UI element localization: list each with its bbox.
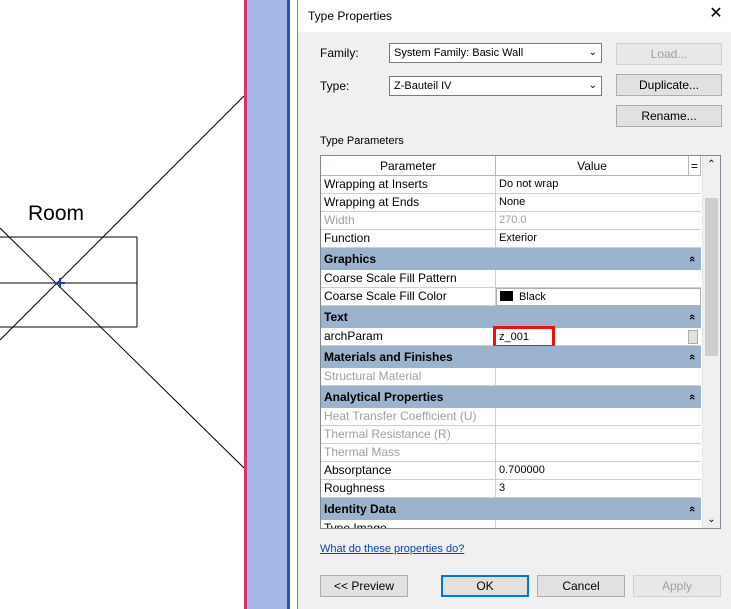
- parameter-value[interactable]: None: [496, 194, 701, 212]
- parameter-name: Wrapping at Inserts: [321, 176, 496, 194]
- group-label: Identity Data: [324, 502, 397, 516]
- type-label: Type:: [320, 79, 350, 93]
- rename-button[interactable]: Rename...: [616, 105, 722, 127]
- parameter-value[interactable]: [496, 444, 701, 462]
- dialog-title: Type Properties: [308, 9, 393, 23]
- group-label: Text: [324, 310, 348, 324]
- parameter-value[interactable]: z_001: [493, 326, 701, 348]
- color-name: Black: [519, 291, 546, 303]
- parameter-name: Structural Material: [321, 368, 496, 386]
- parameter-name: Coarse Scale Fill Pattern: [321, 270, 496, 288]
- table-row[interactable]: Structural Material: [321, 368, 701, 386]
- type-parameters-heading: Type Parameters: [320, 135, 404, 147]
- parameter-name: Coarse Scale Fill Color: [321, 288, 496, 306]
- parameter-value[interactable]: [496, 408, 701, 426]
- drawing-canvas[interactable]: Room: [0, 0, 244, 609]
- cancel-button[interactable]: Cancel: [537, 575, 625, 597]
- color-swatch: [500, 291, 513, 301]
- scroll-thumb[interactable]: [705, 198, 718, 356]
- parameter-value[interactable]: Black: [496, 288, 701, 306]
- table-row[interactable]: Absorptance 0.700000: [321, 462, 701, 480]
- ellipsis-button[interactable]: [688, 330, 698, 344]
- table-row[interactable]: Roughness 3: [321, 480, 701, 498]
- table-row[interactable]: Coarse Scale Fill Pattern: [321, 270, 701, 288]
- room-tag-graphic: [0, 95, 244, 469]
- duplicate-button[interactable]: Duplicate...: [616, 74, 722, 96]
- table-row[interactable]: Type Image: [321, 520, 701, 528]
- column-parameter[interactable]: Parameter: [321, 156, 496, 176]
- table-row[interactable]: Function Exterior: [321, 230, 701, 248]
- selected-wall[interactable]: [247, 0, 290, 609]
- parameter-name: Thermal Resistance (R): [321, 426, 496, 444]
- column-formula[interactable]: =: [689, 156, 701, 176]
- collapse-icon[interactable]: «: [681, 354, 703, 360]
- group-label: Materials and Finishes: [324, 350, 453, 364]
- apply-button[interactable]: Apply: [633, 575, 721, 597]
- parameter-value[interactable]: 270.0: [496, 212, 701, 230]
- collapse-icon[interactable]: «: [681, 506, 703, 512]
- parameter-name: Thermal Mass: [321, 444, 496, 462]
- parameter-name: Roughness: [321, 480, 496, 498]
- parameter-name: Function: [321, 230, 496, 248]
- group-header-text[interactable]: Text «: [321, 306, 701, 328]
- family-dropdown[interactable]: System Family: Basic Wall ⌄: [389, 43, 602, 63]
- parameter-value[interactable]: Exterior: [496, 230, 701, 248]
- parameter-name: Type Image: [321, 520, 496, 528]
- parameter-value[interactable]: Do not wrap: [496, 176, 701, 194]
- help-link[interactable]: What do these properties do?: [320, 543, 464, 555]
- parameter-name: Heat Transfer Coefficient (U): [321, 408, 496, 426]
- parameter-name: Width: [321, 212, 496, 230]
- family-label: Family:: [320, 46, 359, 60]
- grid-header: Parameter Value =: [321, 156, 701, 176]
- scroll-down-icon[interactable]: ⌄: [703, 511, 720, 528]
- chevron-down-icon: ⌄: [588, 47, 597, 58]
- parameter-value[interactable]: [496, 426, 701, 444]
- type-parameters-grid[interactable]: Parameter Value = Wrapping at Inserts Do …: [320, 155, 721, 529]
- chevron-down-icon: ⌄: [588, 80, 597, 91]
- type-value: Z-Bauteil IV: [394, 80, 452, 92]
- table-row[interactable]: Coarse Scale Fill Color Black: [321, 288, 701, 306]
- scroll-up-icon[interactable]: ⌃: [703, 156, 720, 173]
- ok-button[interactable]: OK: [441, 575, 529, 597]
- family-value: System Family: Basic Wall: [394, 47, 524, 59]
- parameter-name: archParam: [321, 328, 496, 346]
- close-icon[interactable]: ✕: [707, 5, 725, 23]
- parameter-value[interactable]: [496, 368, 701, 386]
- archparam-value-input[interactable]: z_001: [493, 326, 555, 348]
- group-header-graphics[interactable]: Graphics «: [321, 248, 701, 270]
- preview-button[interactable]: << Preview: [320, 575, 408, 597]
- table-row[interactable]: Thermal Mass: [321, 444, 701, 462]
- parameter-value[interactable]: 0.700000: [496, 462, 701, 480]
- parameter-value[interactable]: 3: [496, 480, 701, 498]
- table-row[interactable]: Heat Transfer Coefficient (U): [321, 408, 701, 426]
- type-dropdown[interactable]: Z-Bauteil IV ⌄: [389, 76, 602, 96]
- parameter-value[interactable]: [496, 520, 701, 528]
- load-button[interactable]: Load...: [616, 43, 722, 65]
- collapse-icon[interactable]: «: [681, 314, 703, 320]
- table-row[interactable]: Thermal Resistance (R): [321, 426, 701, 444]
- collapse-icon[interactable]: «: [681, 394, 703, 400]
- group-header-analytical-properties[interactable]: Analytical Properties «: [321, 386, 701, 408]
- group-header-materials-and-finishes[interactable]: Materials and Finishes «: [321, 346, 701, 368]
- table-row[interactable]: Wrapping at Inserts Do not wrap: [321, 176, 701, 194]
- selected-wall-edge: [287, 0, 290, 609]
- grid-scrollbar[interactable]: ⌃ ⌄: [702, 156, 720, 528]
- group-label: Graphics: [324, 252, 377, 266]
- dialog-titlebar[interactable]: Type Properties ✕: [298, 0, 731, 32]
- group-header-identity-data[interactable]: Identity Data «: [321, 498, 701, 520]
- room-label[interactable]: Room: [28, 202, 84, 226]
- table-row[interactable]: archParam z_001: [321, 326, 701, 348]
- group-label: Analytical Properties: [324, 390, 444, 404]
- collapse-icon[interactable]: «: [681, 256, 703, 262]
- parameter-name: Absorptance: [321, 462, 496, 480]
- type-properties-dialog: Type Properties ✕ Family: System Family:…: [297, 0, 731, 609]
- column-value[interactable]: Value: [496, 156, 689, 176]
- parameter-value[interactable]: [496, 270, 701, 288]
- table-row[interactable]: Width 270.0: [321, 212, 701, 230]
- table-row[interactable]: Wrapping at Ends None: [321, 194, 701, 212]
- parameter-name: Wrapping at Ends: [321, 194, 496, 212]
